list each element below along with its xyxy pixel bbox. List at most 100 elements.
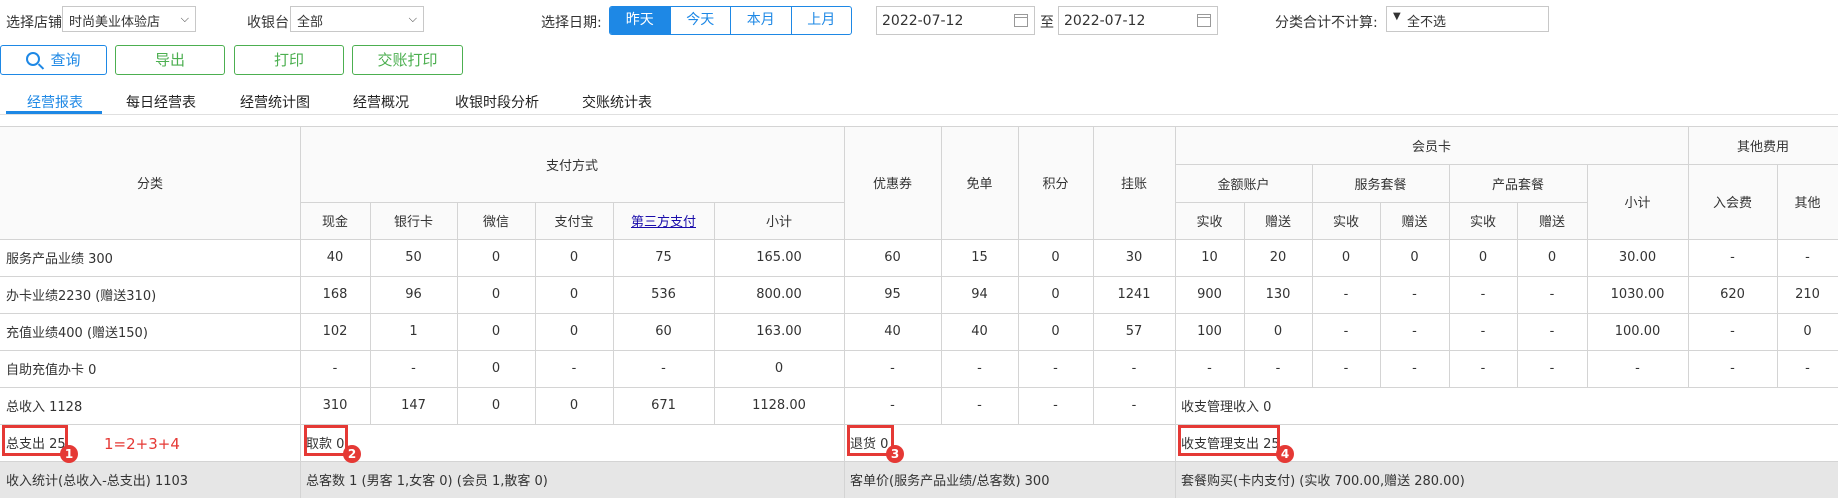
grid-line [1777, 313, 1778, 350]
grid-line [1777, 276, 1778, 313]
table-cell: 15 [971, 250, 988, 265]
grid-line [1175, 164, 1838, 165]
grid-line [1244, 202, 1245, 239]
table-cell: 1241 [1117, 287, 1151, 302]
grid-line [1380, 276, 1381, 313]
table-cell: 1 [409, 324, 418, 339]
table-cell: 60 [655, 324, 672, 339]
grid-line [1175, 126, 1176, 239]
table-cell: 100 [1197, 324, 1222, 339]
grid-line [1517, 313, 1518, 350]
table-cell: 102 [322, 324, 348, 339]
annotation-box [1178, 425, 1280, 456]
table-cell: 0 [1051, 250, 1060, 265]
grid-line [714, 313, 715, 350]
grid-line [1688, 350, 1689, 387]
header-member-sub: 实收 [1196, 215, 1223, 230]
grid-line [1018, 350, 1019, 387]
table-cell: 0 [491, 398, 501, 413]
table-cell: 0 [569, 398, 579, 413]
grid-line [370, 387, 371, 424]
table-cell: 20 [1269, 250, 1287, 265]
grid-line [1587, 276, 1588, 313]
table-cell: - [977, 398, 982, 413]
grid-line [457, 313, 458, 350]
grid-line [1175, 313, 1176, 350]
table-cell: 671 [651, 398, 676, 413]
grid-line [1093, 239, 1094, 276]
table-cell: - [1131, 398, 1137, 413]
table-cell: 800.00 [756, 287, 802, 302]
header-payment-col[interactable]: 第三方支付 [613, 202, 714, 239]
grid-line [844, 424, 845, 461]
grid-line [941, 126, 942, 239]
table-cell: - [890, 361, 895, 376]
row-label: 总收入 1128 [6, 400, 83, 415]
table-cell: - [332, 361, 338, 376]
grid-line [1517, 239, 1518, 276]
grid-line [844, 461, 845, 498]
report-table: 分类 支付方式 现金 银行卡 微信 支付宝 第三方支付 小计 优惠券 免单 积分 挂账 会员卡 金额账户服… [0, 0, 1838, 498]
table-cell: - [1412, 287, 1417, 302]
header-member-sub: 赠送 [1264, 215, 1291, 230]
table-cell: - [1805, 361, 1810, 376]
table-cell: 0 [1410, 250, 1419, 265]
table-cell: 130 [1265, 287, 1291, 302]
table-cell: 100.00 [1614, 324, 1661, 339]
grid-line [613, 239, 614, 276]
grid-line [613, 387, 614, 424]
table-cell: 163.00 [756, 324, 802, 339]
grid-line [300, 387, 301, 424]
table-cell: 0 [1803, 324, 1812, 339]
grid-line [1777, 239, 1778, 276]
grid-line [1018, 126, 1019, 239]
table-cell: - [1480, 287, 1486, 302]
table-cell: - [411, 361, 416, 376]
table-cell: 0 [491, 287, 501, 302]
grid-line [941, 350, 942, 387]
row-label: 充值业绩400 (赠送150) [6, 326, 148, 341]
grid-line [1517, 350, 1518, 387]
header-other-col: 入会费 [1712, 196, 1752, 211]
annotation-badge: 4 [1276, 445, 1294, 463]
grid-line [714, 202, 715, 239]
table-cell: 620 [1720, 287, 1745, 302]
header-member-group: 金额账户 [1217, 177, 1270, 193]
grid-line [0, 126, 1838, 127]
grid-line [1175, 424, 1176, 461]
grid-line [535, 202, 536, 239]
table-cell: - [1412, 324, 1417, 339]
grid-line [1688, 239, 1689, 276]
table-cell: 10 [1201, 250, 1218, 265]
header-free-order: 免单 [966, 177, 993, 192]
table-cell: 75 [655, 250, 672, 265]
annotation-box [2, 425, 68, 456]
grid-line [844, 276, 845, 313]
grid-line [535, 313, 536, 350]
grid-line [300, 239, 301, 276]
grid-line [1449, 350, 1450, 387]
grid-line [300, 350, 301, 387]
grid-line [535, 276, 536, 313]
table-cell: - [1730, 250, 1735, 265]
table-cell: - [890, 398, 895, 413]
header-member-group: 服务套餐 [1354, 177, 1407, 193]
withdraw-amount: 取款 0 [306, 437, 345, 452]
package-purchase: 套餐购买(卡内支付) (实收 700.00,赠送 280.00) [1181, 474, 1465, 489]
grid-line [1380, 202, 1381, 239]
grid-line [535, 239, 536, 276]
grid-line [1449, 239, 1450, 276]
grid-line [1018, 239, 1019, 276]
grid-line [1175, 276, 1176, 313]
avg-customer-price: 客单价(服务产品业绩/总客数) 300 [850, 474, 1050, 489]
grid-line [844, 387, 845, 424]
grid-line [300, 126, 301, 239]
table-cell: 0 [491, 324, 501, 339]
grid-line [1587, 313, 1588, 350]
grid-line [1517, 202, 1518, 239]
grid-line [714, 387, 715, 424]
grid-line [941, 387, 942, 424]
grid-line [535, 387, 536, 424]
grid-line [1312, 313, 1313, 350]
table-cell: 0 [1478, 250, 1488, 265]
